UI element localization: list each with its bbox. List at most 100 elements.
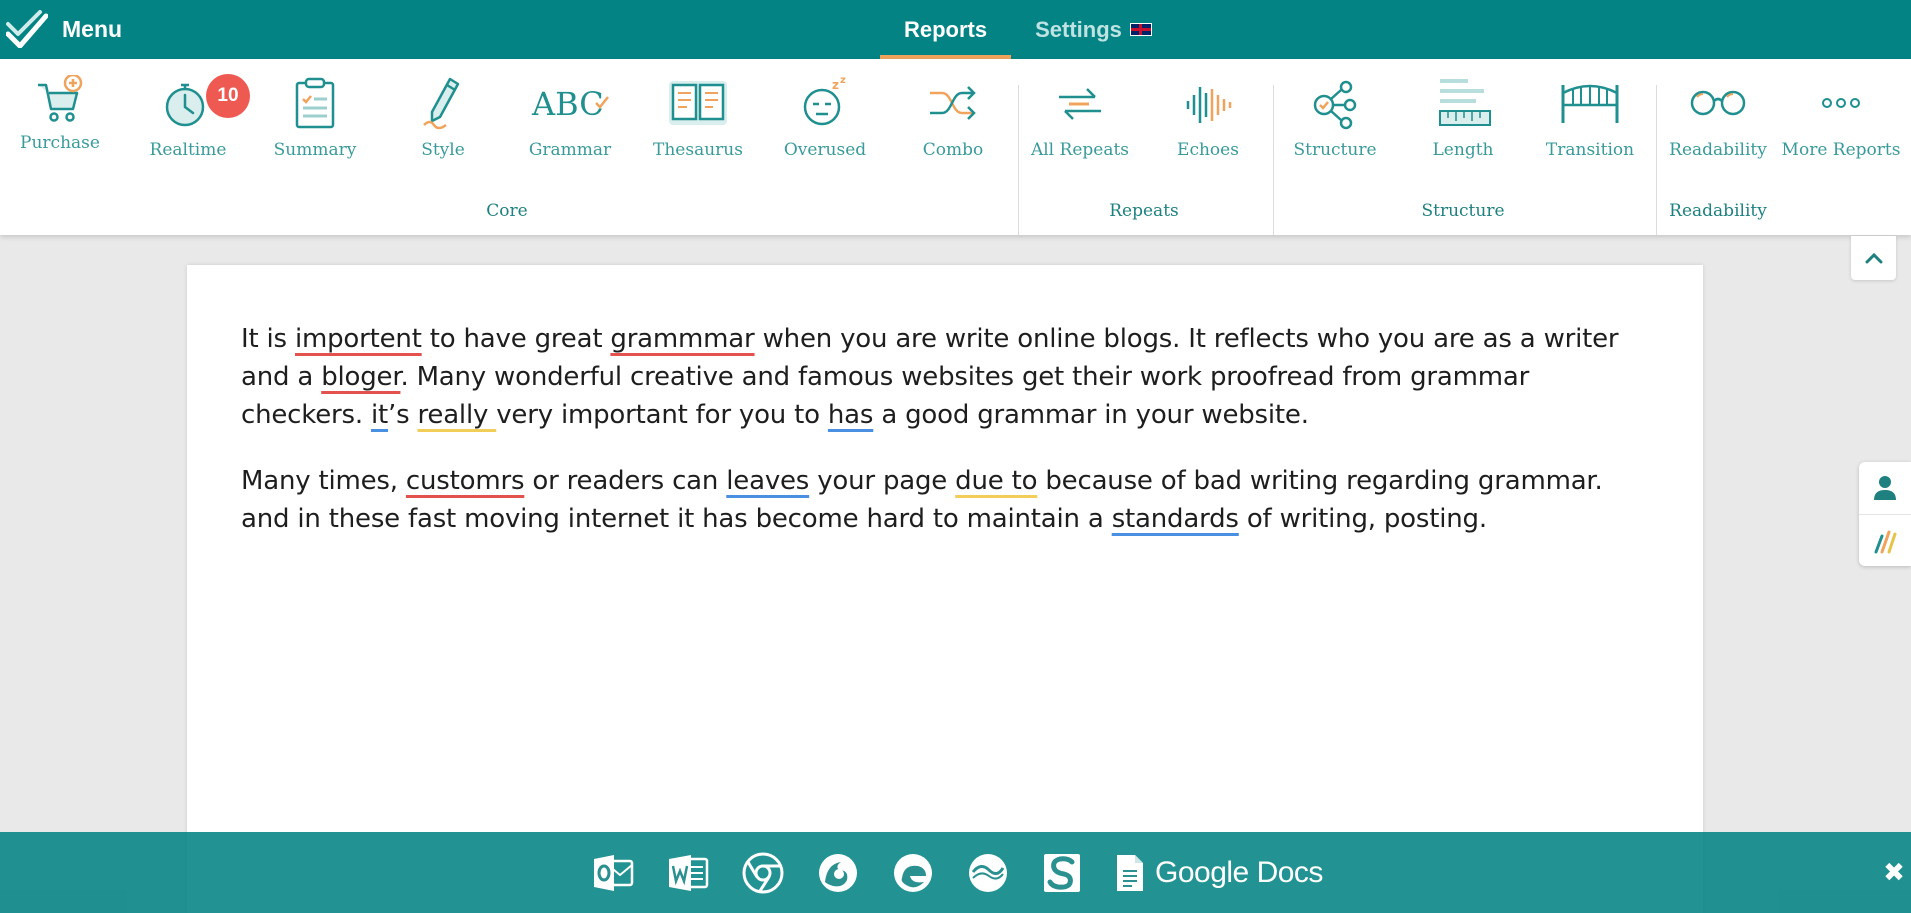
tool-label: Transition bbox=[1545, 140, 1635, 160]
tool-purchase[interactable]: Purchase bbox=[0, 59, 124, 169]
edge-icon bbox=[894, 854, 932, 892]
tab-reports-label: Reports bbox=[904, 16, 988, 42]
grammar-issue-it[interactable]: it bbox=[371, 400, 388, 430]
document-editor[interactable]: It is importent to have great grammmar w… bbox=[187, 265, 1703, 913]
integration-chrome[interactable] bbox=[742, 852, 784, 894]
logo-icon bbox=[6, 10, 48, 48]
tool-thesaurus[interactable]: Thesaurus bbox=[634, 59, 762, 169]
text-span: It is bbox=[241, 324, 295, 354]
side-panel bbox=[1859, 462, 1911, 566]
tool-label: Thesaurus bbox=[653, 140, 743, 160]
integration-scrivener-s[interactable] bbox=[1042, 852, 1082, 894]
integration-google-docs[interactable]: Google Docs bbox=[1115, 853, 1323, 893]
realtime-badge: 10 bbox=[206, 74, 250, 118]
word-icon bbox=[669, 855, 709, 891]
menu-label: Menu bbox=[62, 15, 123, 42]
tool-label: Structure bbox=[1293, 140, 1377, 160]
sleepy-face-icon: z z bbox=[803, 75, 846, 126]
google-docs-label: Google Docs bbox=[1155, 856, 1323, 889]
tool-label: All Repeats bbox=[1030, 140, 1130, 160]
tool-label: Realtime bbox=[149, 140, 227, 160]
paragraph-2: Many times, customrs or readers can leav… bbox=[241, 462, 1651, 538]
tool-more-reports[interactable]: More Reports bbox=[1777, 59, 1905, 169]
integration-outlook[interactable] bbox=[592, 853, 634, 893]
integrations-list: Google Docs bbox=[592, 852, 1323, 894]
text-span: your page bbox=[809, 466, 956, 496]
tool-readability[interactable]: Readability bbox=[1654, 59, 1782, 169]
outlook-icon bbox=[594, 855, 634, 891]
grammar-issue-leaves[interactable]: leaves bbox=[726, 466, 809, 496]
tool-overused[interactable]: z z Overused bbox=[761, 59, 889, 169]
uk-flag-icon bbox=[1129, 23, 1152, 36]
text-span: of writing, posting. bbox=[1238, 504, 1487, 534]
menu-button[interactable]: Menu bbox=[6, 10, 122, 48]
google-docs-icon bbox=[1117, 855, 1143, 891]
spelling-error-grammmar[interactable]: grammmar bbox=[610, 324, 754, 354]
tool-realtime[interactable]: 10 Realtime bbox=[124, 59, 252, 169]
user-icon bbox=[1874, 476, 1896, 500]
tool-label: Overused bbox=[783, 140, 867, 160]
tool-label: Summary bbox=[273, 140, 357, 160]
text-span: or readers can bbox=[524, 466, 727, 496]
integration-firefox[interactable] bbox=[817, 852, 859, 894]
tool-style[interactable]: Style bbox=[379, 59, 507, 169]
stopwatch-icon bbox=[165, 83, 205, 127]
integration-scrivener[interactable] bbox=[967, 852, 1009, 894]
tool-label: Purchase bbox=[20, 133, 100, 153]
text-span: to have great bbox=[421, 324, 611, 354]
collapse-toolbar-button[interactable] bbox=[1851, 236, 1896, 280]
tool-grammar[interactable]: ABC Grammar bbox=[506, 59, 634, 169]
tool-transition[interactable]: Transition bbox=[1526, 59, 1654, 169]
style-issue-due-to[interactable]: due to bbox=[955, 466, 1037, 496]
scrivener-s-icon bbox=[1044, 854, 1080, 892]
spelling-error-bloger[interactable]: bloger bbox=[321, 362, 400, 392]
tool-structure[interactable]: Structure bbox=[1271, 59, 1399, 169]
clipboard-icon bbox=[295, 77, 335, 129]
spelling-error-importent[interactable]: importent bbox=[295, 324, 422, 354]
sound-wave-icon bbox=[1186, 87, 1232, 123]
integration-edge[interactable] bbox=[892, 852, 934, 894]
glasses-icon bbox=[1690, 90, 1746, 116]
group-label-core: Core bbox=[486, 201, 528, 221]
tool-label: Length bbox=[1432, 140, 1494, 160]
tool-length[interactable]: Length bbox=[1399, 59, 1527, 169]
tool-all-repeats[interactable]: All Repeats bbox=[1016, 59, 1144, 169]
repeat-arrows-icon bbox=[1059, 88, 1101, 120]
abc-check-icon: ABC bbox=[531, 85, 609, 123]
reports-toolbar: Purchase 10 Realtime Summary Style ABC G… bbox=[0, 59, 1911, 235]
open-book-icon bbox=[669, 81, 727, 125]
profile-button[interactable] bbox=[1859, 462, 1911, 514]
svg-text:z: z bbox=[832, 78, 839, 92]
firefox-icon bbox=[819, 854, 857, 892]
chevron-up-icon bbox=[1865, 252, 1882, 264]
tool-echoes[interactable]: Echoes bbox=[1144, 59, 1272, 169]
tool-summary[interactable]: Summary bbox=[251, 59, 379, 169]
text-span: ’s bbox=[388, 400, 418, 430]
integration-word[interactable] bbox=[667, 853, 709, 893]
tab-reports[interactable]: Reports bbox=[880, 0, 1012, 59]
text-span: very important for you to bbox=[496, 400, 828, 430]
grammar-issue-standards[interactable]: standards bbox=[1112, 504, 1239, 534]
tool-label: Grammar bbox=[528, 140, 612, 160]
tool-combo[interactable]: Combo bbox=[889, 59, 1017, 169]
top-tabs: Reports Settings bbox=[880, 0, 1176, 59]
close-integrations-button[interactable]: ✖ bbox=[1880, 858, 1908, 888]
spelling-error-customrs[interactable]: customrs bbox=[406, 466, 525, 496]
chrome-icon bbox=[742, 852, 784, 894]
stats-button[interactable] bbox=[1859, 514, 1911, 566]
pencil-icon bbox=[423, 77, 460, 130]
tool-label: Combo bbox=[922, 140, 984, 160]
bridge-icon bbox=[1561, 84, 1619, 123]
tool-label: Readability bbox=[1669, 140, 1767, 160]
tab-settings[interactable]: Settings bbox=[1011, 0, 1176, 59]
ruler-lines-icon bbox=[1439, 79, 1491, 126]
style-issue-really[interactable]: really bbox=[417, 400, 496, 430]
node-tree-icon bbox=[1313, 80, 1357, 130]
stats-bars-icon bbox=[1874, 530, 1897, 553]
paragraph-1: It is importent to have great grammmar w… bbox=[241, 320, 1651, 434]
tab-settings-label: Settings bbox=[1035, 16, 1122, 42]
svg-text:z: z bbox=[840, 75, 846, 86]
grammar-issue-has[interactable]: has bbox=[828, 400, 874, 430]
group-label-structure: Structure bbox=[1421, 201, 1505, 221]
scrivener-icon bbox=[969, 854, 1007, 892]
